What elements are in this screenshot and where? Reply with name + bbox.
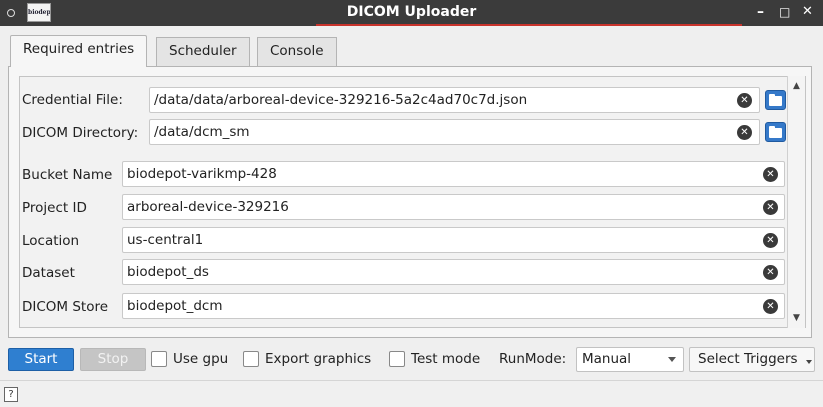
browse-credential-file-icon[interactable] [765,90,786,110]
dicom-directory-label: DICOM Directory: [22,125,139,141]
vertical-scrollbar[interactable]: ▲ ▼ [787,76,805,328]
maximize-button[interactable]: □ [779,5,790,19]
start-button[interactable]: Start [8,348,74,371]
credential-file-label: Credential File: [22,92,123,108]
test-mode-checkbox[interactable] [389,351,405,367]
dicom-directory-field[interactable]: /data/dcm_sm ✕ [149,119,760,145]
dicom-store-field[interactable]: biodepot_dcm ✕ [122,293,785,319]
export-graphics-checkbox[interactable] [243,351,259,367]
clear-dicom-store-icon[interactable]: ✕ [763,299,778,314]
clear-credential-file-icon[interactable]: ✕ [737,93,752,108]
scroll-up-icon[interactable]: ▲ [788,78,805,94]
dicom-store-label: DICOM Store [22,299,109,315]
location-value: us-central1 [127,232,204,248]
use-gpu-label: Use gpu [173,351,229,367]
project-id-label: Project ID [22,200,87,216]
dataset-label: Dataset [22,265,75,281]
runmode-value: Manual [582,351,632,367]
select-triggers-button[interactable]: Select Triggers [689,347,815,372]
title-accent-line [316,24,742,26]
tab-console[interactable]: Console [257,37,337,66]
close-button[interactable]: ✕ [802,4,813,19]
minimize-button[interactable]: – [757,4,764,20]
window-title: DICOM Uploader [346,4,477,20]
help-icon[interactable]: ? [4,387,18,402]
export-graphics-label: Export graphics [265,351,372,367]
clear-dataset-icon[interactable]: ✕ [763,265,778,280]
clear-location-icon[interactable]: ✕ [763,233,778,248]
credential-file-field[interactable]: /data/data/arboreal-device-329216-5a2c4a… [149,87,760,113]
tab-required-entries[interactable]: Required entries [10,35,148,67]
runmode-select[interactable]: Manual [576,347,684,372]
browse-dicom-directory-icon[interactable] [765,122,786,142]
project-id-field[interactable]: arboreal-device-329216 ✕ [122,194,785,220]
location-field[interactable]: us-central1 ✕ [122,227,785,253]
dataset-value: biodepot_ds [127,264,209,280]
bucket-name-field[interactable]: biodepot-varikmp-428 ✕ [122,161,785,187]
location-label: Location [22,233,80,249]
clear-project-id-icon[interactable]: ✕ [763,200,778,215]
title-bar: biodepot DICOM Uploader – □ ✕ [0,0,823,26]
dicom-directory-value: /data/dcm_sm [154,124,250,140]
dataset-field[interactable]: biodepot_ds ✕ [122,259,785,285]
tab-scheduler[interactable]: Scheduler [156,37,250,66]
scroll-down-icon[interactable]: ▼ [788,310,805,326]
chevron-down-icon [668,357,676,362]
test-mode-label: Test mode [411,351,481,367]
dicom-store-value: biodepot_dcm [127,298,223,314]
bucket-name-label: Bucket Name [22,167,113,183]
clear-dicom-directory-icon[interactable]: ✕ [737,125,752,140]
status-bar: ? [0,380,823,407]
project-id-value: arboreal-device-329216 [127,199,289,215]
clear-bucket-name-icon[interactable]: ✕ [763,167,778,182]
credential-file-value: /data/data/arboreal-device-329216-5a2c4a… [154,92,528,108]
menu-indicator-icon [806,360,812,364]
use-gpu-checkbox[interactable] [151,351,167,367]
stop-button[interactable]: Stop [80,348,146,371]
runmode-label: RunMode: [499,351,567,367]
bucket-name-value: biodepot-varikmp-428 [127,166,277,182]
select-triggers-label: Select Triggers [698,351,798,367]
